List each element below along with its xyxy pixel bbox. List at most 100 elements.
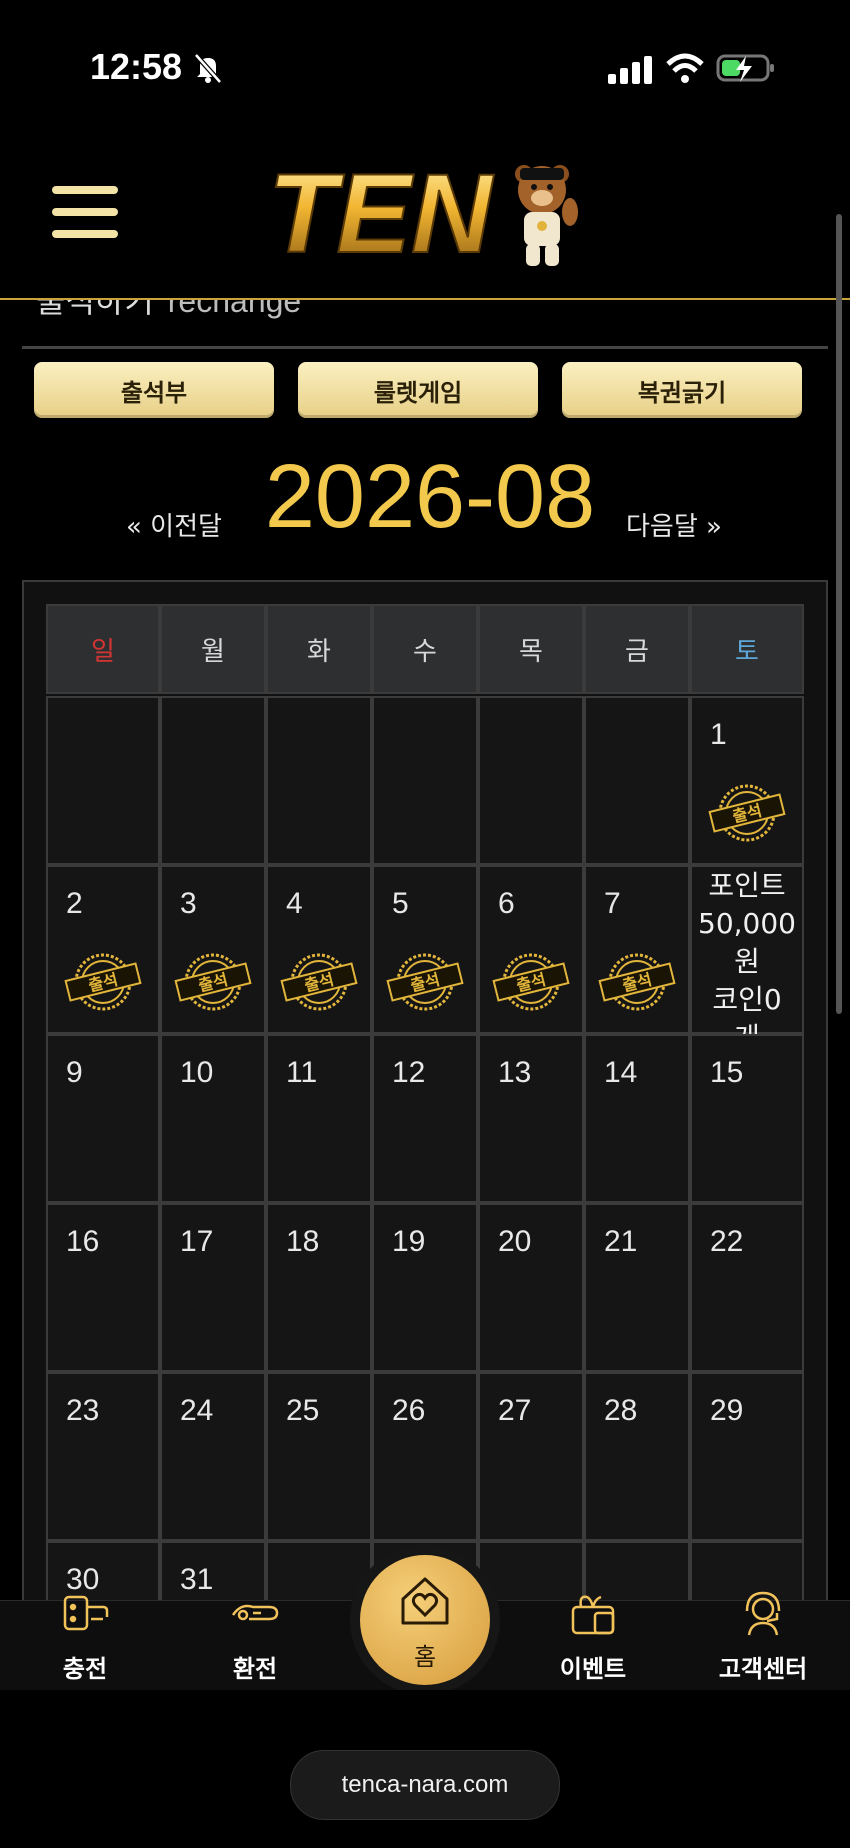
reward-summary: 포인트50,000원코인0개 <box>698 869 796 1054</box>
calendar-day-cell[interactable]: 12 <box>372 1034 478 1203</box>
calendar-day-cell <box>160 696 266 865</box>
nav-event[interactable]: 이벤트 <box>528 1587 658 1684</box>
day-number: 10 <box>180 1056 214 1089</box>
calendar-day-cell <box>478 696 584 865</box>
nav-exchange[interactable]: 환전 <box>190 1587 320 1684</box>
calendar-day-cell <box>372 696 478 865</box>
calendar-day-cell[interactable]: 10 <box>160 1034 266 1203</box>
day-number: 9 <box>66 1056 83 1089</box>
tab-attendance[interactable]: 출석부 <box>34 362 274 418</box>
wifi-icon <box>666 53 704 83</box>
calendar-day-cell[interactable]: 26 <box>372 1372 478 1541</box>
charge-icon <box>63 1595 109 1631</box>
attendance-stamp-icon: 출석 <box>708 784 786 842</box>
tab-roulette[interactable]: 룰렛게임 <box>298 362 538 418</box>
day-number: 29 <box>710 1394 744 1427</box>
day-number: 1 <box>710 718 727 751</box>
weekday-header: 수 <box>372 604 478 694</box>
calendar-day-cell[interactable]: 20 <box>478 1203 584 1372</box>
day-number: 18 <box>286 1225 320 1258</box>
calendar-day-cell[interactable]: 포인트50,000원코인0개 <box>690 865 804 1054</box>
calendar-day-cell[interactable]: 25 <box>266 1372 372 1541</box>
day-number: 20 <box>498 1225 532 1258</box>
calendar-day-cell[interactable]: 2 출석 <box>46 865 160 1034</box>
calendar-day-cell[interactable]: 19 <box>372 1203 478 1372</box>
status-bar: 12:58 <box>0 0 850 130</box>
calendar-day-cell[interactable]: 14 <box>584 1034 690 1203</box>
attendance-stamp-icon: 출석 <box>280 953 358 1011</box>
svg-text:TEN: TEN <box>268 152 494 272</box>
calendar-day-cell[interactable]: 21 <box>584 1203 690 1372</box>
month-nav: « 이전달 2026-08 다음달 » <box>0 447 850 560</box>
attendance-stamp-icon: 출석 <box>492 953 570 1011</box>
calendar-day-cell[interactable]: 27 <box>478 1372 584 1541</box>
url-pill[interactable]: tenca-nara.com <box>290 1750 560 1820</box>
weekday-header: 토 <box>690 604 804 694</box>
nav-charge-label: 충전 <box>62 1655 108 1683</box>
gift-icon <box>571 1595 615 1635</box>
day-number: 4 <box>286 887 303 920</box>
calendar-day-cell <box>266 696 372 865</box>
day-number: 15 <box>710 1056 744 1089</box>
day-number: 16 <box>66 1225 100 1258</box>
calendar-day-cell[interactable]: 9 <box>46 1034 160 1203</box>
next-month-link[interactable]: 다음달 » <box>626 506 722 543</box>
calendar-day-cell[interactable]: 24 <box>160 1372 266 1541</box>
day-number: 3 <box>180 887 197 920</box>
weekday-header: 화 <box>266 604 372 694</box>
calendar-day-cell[interactable]: 23 <box>46 1372 160 1541</box>
calendar-day-cell[interactable]: 1 출석 <box>690 696 804 865</box>
day-number: 21 <box>604 1225 638 1258</box>
hamburger-menu-icon[interactable] <box>52 186 118 242</box>
attendance-stamp-icon: 출석 <box>64 953 142 1011</box>
day-number: 26 <box>392 1394 426 1427</box>
nav-support[interactable]: 고객센터 <box>698 1587 828 1684</box>
day-number: 28 <box>604 1394 638 1427</box>
calendar-day-cell[interactable]: 11 <box>266 1034 372 1203</box>
day-number: 12 <box>392 1056 426 1089</box>
day-number: 24 <box>180 1394 214 1427</box>
calendar-day-cell[interactable]: 16 <box>46 1203 160 1372</box>
calendar-day-cell[interactable]: 29 <box>690 1372 804 1541</box>
ten-logo[interactable]: TEN <box>262 152 592 272</box>
attendance-stamp-icon: 출석 <box>174 953 252 1011</box>
signal-icon <box>608 56 652 84</box>
calendar-day-cell[interactable]: 6 출석 <box>478 865 584 1034</box>
weekday-header: 목 <box>478 604 584 694</box>
nav-home-label: 홈 <box>413 1643 437 1671</box>
headset-icon <box>745 1591 781 1636</box>
attendance-stamp-icon: 출석 <box>386 953 464 1011</box>
divider <box>22 346 828 349</box>
nav-home[interactable]: 홈 <box>360 1555 490 1685</box>
browser-bar: tenca-nara.com <box>0 1690 850 1848</box>
calendar-day-cell[interactable]: 22 <box>690 1203 804 1372</box>
weekday-header: 일 <box>46 604 160 694</box>
calendar-day-cell[interactable]: 17 <box>160 1203 266 1372</box>
site-header: TEN <box>0 130 850 300</box>
day-number: 2 <box>66 887 83 920</box>
calendar-day-cell[interactable]: 5 출석 <box>372 865 478 1034</box>
bottom-nav: 충전 환전 홈 이벤트 고객센터 <box>0 1555 850 1691</box>
calendar-day-cell[interactable]: 18 <box>266 1203 372 1372</box>
bear-mascot-icon <box>515 165 578 266</box>
nav-charge[interactable]: 충전 <box>20 1587 150 1684</box>
calendar-day-cell[interactable]: 4 출석 <box>266 865 372 1034</box>
prev-month-link[interactable]: « 이전달 <box>126 506 222 543</box>
scrollbar[interactable] <box>836 214 842 1014</box>
day-number: 23 <box>66 1394 100 1427</box>
day-number: 27 <box>498 1394 532 1427</box>
day-number: 7 <box>604 887 621 920</box>
status-time: 12:58 <box>90 46 183 87</box>
bell-off-icon <box>194 53 222 84</box>
day-number: 6 <box>498 887 515 920</box>
calendar-day-cell[interactable]: 7 출석 <box>584 865 690 1034</box>
day-number: 13 <box>498 1056 532 1089</box>
day-number: 22 <box>710 1225 744 1258</box>
tab-scratch-lottery[interactable]: 복권긁기 <box>562 362 802 418</box>
calendar-day-cell[interactable]: 13 <box>478 1034 584 1203</box>
calendar-day-cell[interactable]: 3 출석 <box>160 865 266 1034</box>
day-number: 14 <box>604 1056 638 1089</box>
calendar-day-cell[interactable]: 15 <box>690 1034 804 1203</box>
calendar-day-cell[interactable]: 28 <box>584 1372 690 1541</box>
day-number: 25 <box>286 1394 320 1427</box>
